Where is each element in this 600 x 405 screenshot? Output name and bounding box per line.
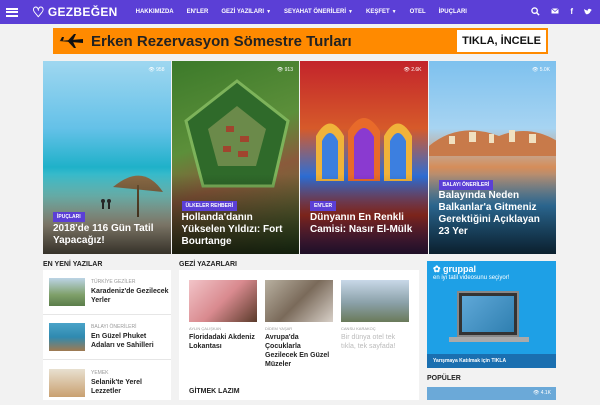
post-thumbnail: [49, 323, 85, 351]
laptop-base: [449, 337, 529, 342]
view-count-value: 2.6K: [411, 67, 422, 73]
mail-icon[interactable]: [551, 8, 560, 16]
view-count: 👁 2.6K: [403, 67, 422, 73]
menu-item-otel[interactable]: OTEL: [410, 9, 426, 15]
writer-photo: [265, 280, 333, 322]
post-category: TÜRKİYE GEZİLER: [91, 279, 136, 285]
writer-name: AYLIN ÇALIŞKAN: [189, 326, 222, 331]
ad-cta[interactable]: Yarışmaya Katılmak için TIKLA: [427, 354, 556, 368]
writer-photo: [189, 280, 257, 322]
menu-item-label: HAKKIMIZDA: [135, 9, 174, 15]
post-title[interactable]: Karadeniz'de Gezilecek Yerler: [91, 287, 171, 305]
caret-down-icon: ▼: [266, 9, 272, 15]
menu-item-ipuclari[interactable]: İPUÇLARI: [439, 9, 467, 15]
card-category-badge[interactable]: EN'LER: [310, 201, 337, 211]
view-count-value: 5.0K: [539, 67, 550, 73]
menu-item-seyahat-onerileri[interactable]: SEYAHAT ÖNERİLERİ ▼: [284, 9, 353, 15]
logo-text: GEZBEĞEN: [47, 5, 118, 19]
post-title[interactable]: Selanik'te Yerel Lezzetler: [91, 378, 171, 396]
banner-title: Erken Rezervasyon Sömestre Turları: [91, 32, 352, 50]
writer-post[interactable]: DİDEM YAŞAR Avrupa'da Çocuklarla Gezilec…: [265, 280, 333, 369]
facebook-icon[interactable]: f: [570, 8, 573, 16]
post-thumbnail: [49, 368, 85, 397]
menu-item-hakkimizda[interactable]: HAKKIMIZDA: [136, 9, 174, 15]
featured-card[interactable]: 👁 958 İPUÇLARI 2018'de 116 Gün Tatil Yap…: [43, 61, 171, 254]
menu-item-enler[interactable]: EN'LER: [187, 9, 209, 15]
view-count-value: 913: [284, 67, 293, 73]
coastal-town-image: [428, 130, 556, 156]
list-item[interactable]: TÜRKİYE GEZİLER Karadeniz'de Gezilecek Ye…: [43, 270, 171, 315]
sidebar-ad[interactable]: ✿ gruppal en iyi tatil videosunu seçiyor…: [427, 261, 556, 368]
card-title[interactable]: Dünyanın En Renkli Camisi: Nasır El-Mülk: [310, 212, 422, 236]
menu-item-label: SEYAHAT ÖNERİLERİ: [284, 9, 347, 15]
card-category-badge[interactable]: İPUÇLARI: [53, 212, 85, 222]
popular-heading: POPÜLER: [427, 375, 461, 382]
mosque-interior-image: [316, 118, 412, 181]
writer-name: CANSU KARAKOÇ: [341, 326, 376, 331]
view-count: 👁 958: [148, 67, 165, 73]
card-category-badge[interactable]: BALAYI ÖNERİLERİ: [438, 180, 494, 190]
gitmek-lazim-heading: GİTMEK LAZIM: [189, 388, 240, 395]
view-count: 👁 4.1K: [532, 390, 551, 396]
post-category: BALAYI ÖNERİLERİ: [91, 324, 137, 330]
hamburger-menu-icon[interactable]: [6, 7, 18, 17]
twitter-icon[interactable]: [584, 8, 592, 17]
writers-section: AYLIN ÇALIŞKAN Floridadaki Akdeniz Lokan…: [179, 270, 419, 400]
top-navbar: ♡ GEZBEĞEN HAKKIMIZDA EN'LER GEZİ YAZILA…: [0, 0, 600, 24]
menu-item-gezi-yazilari[interactable]: GEZİ YAZILARI ▼: [221, 9, 271, 15]
writer-name: DİDEM YAŞAR: [265, 326, 293, 331]
writer-post-title[interactable]: Floridadaki Akdeniz Lokantası: [189, 333, 257, 351]
list-item[interactable]: BALAYI ÖNERİLERİ En Güzel Phuket Adaları …: [43, 315, 171, 360]
airplane-icon: [53, 28, 89, 54]
card-title[interactable]: Hollanda'danın Yükselen Yıldızı: Fort Bo…: [182, 212, 294, 248]
latest-posts-heading: EN YENİ YAZILAR: [43, 261, 103, 268]
main-menu: HAKKIMIZDA EN'LER GEZİ YAZILARI ▼ SEYAHAT…: [136, 9, 480, 15]
site-logo[interactable]: ♡ GEZBEĞEN: [32, 5, 118, 19]
writer-post[interactable]: CANSU KARAKOÇ Bir dünya otel tek tıkla, …: [341, 280, 409, 351]
caret-down-icon: ▼: [391, 9, 397, 15]
view-count: 👁 913: [276, 67, 293, 73]
menu-item-label: GEZİ YAZILARI: [221, 9, 265, 15]
popular-post-thumbnail[interactable]: 👁 4.1K: [427, 387, 556, 400]
promo-banner[interactable]: Erken Rezervasyon Sömestre Turları TIKLA…: [53, 28, 548, 54]
card-category-badge[interactable]: ÜLKELER REHBERİ: [181, 201, 238, 211]
nav-icons: f: [520, 6, 592, 18]
card-title[interactable]: Balayında Neden Balkanlar'a Gitmeniz Ger…: [439, 190, 551, 238]
menu-item-label: EN'LER: [186, 9, 209, 15]
menu-item-label: KEŞFET: [365, 9, 390, 15]
menu-item-label: OTEL: [409, 9, 426, 15]
writer-post[interactable]: AYLIN ÇALIŞKAN Floridadaki Akdeniz Lokan…: [189, 280, 257, 351]
view-count: 👁 5.0K: [531, 67, 550, 73]
card-title[interactable]: 2018'de 116 Gün Tatil Yapacağız!: [53, 223, 165, 247]
menu-item-label: İPUÇLARI: [438, 9, 467, 15]
ad-brand: ✿ gruppal: [433, 264, 477, 274]
post-thumbnail: [49, 278, 85, 306]
post-title[interactable]: En Güzel Phuket Adaları ve Sahilleri: [91, 332, 171, 350]
menu-item-kesfet[interactable]: KEŞFET ▼: [366, 9, 397, 15]
list-item[interactable]: YEMEK Selanik'te Yerel Lezzetler: [43, 360, 171, 405]
writer-post-title[interactable]: Avrupa'da Çocuklarla Gezilecek En Güzel …: [265, 333, 333, 369]
view-count-value: 4.1K: [540, 390, 551, 396]
writers-heading: GEZİ YAZARLARI: [179, 261, 237, 268]
search-icon[interactable]: [531, 6, 540, 18]
ad-subtitle: en iyi tatil videosunu seçiyor!: [433, 275, 510, 281]
featured-card[interactable]: 👁 913 ÜLKELER REHBERİ Hollanda'danın Yük…: [171, 61, 299, 254]
post-category: YEMEK: [91, 369, 109, 376]
view-count-value: 958: [156, 67, 165, 73]
banner-cta-button[interactable]: TIKLA, İNCELE: [457, 30, 546, 52]
writer-photo: [341, 280, 409, 322]
caret-down-icon: ▼: [348, 9, 353, 15]
laptop-image: [457, 291, 519, 337]
writer-post-title[interactable]: Bir dünya otel tek tıkla, tek sayfada!: [341, 333, 409, 351]
featured-card[interactable]: 👁 2.6K EN'LER Dünyanın En Renkli Camisi:…: [300, 61, 428, 254]
featured-card[interactable]: 👁 5.0K BALAYI ÖNERİLERİ Balayında Neden …: [428, 61, 556, 254]
heart-logo-icon: ♡: [32, 4, 45, 20]
latest-posts-list: TÜRKİYE GEZİLER Karadeniz'de Gezilecek Ye…: [43, 270, 171, 400]
featured-cards: 👁 958 İPUÇLARI 2018'de 116 Gün Tatil Yap…: [43, 61, 556, 254]
